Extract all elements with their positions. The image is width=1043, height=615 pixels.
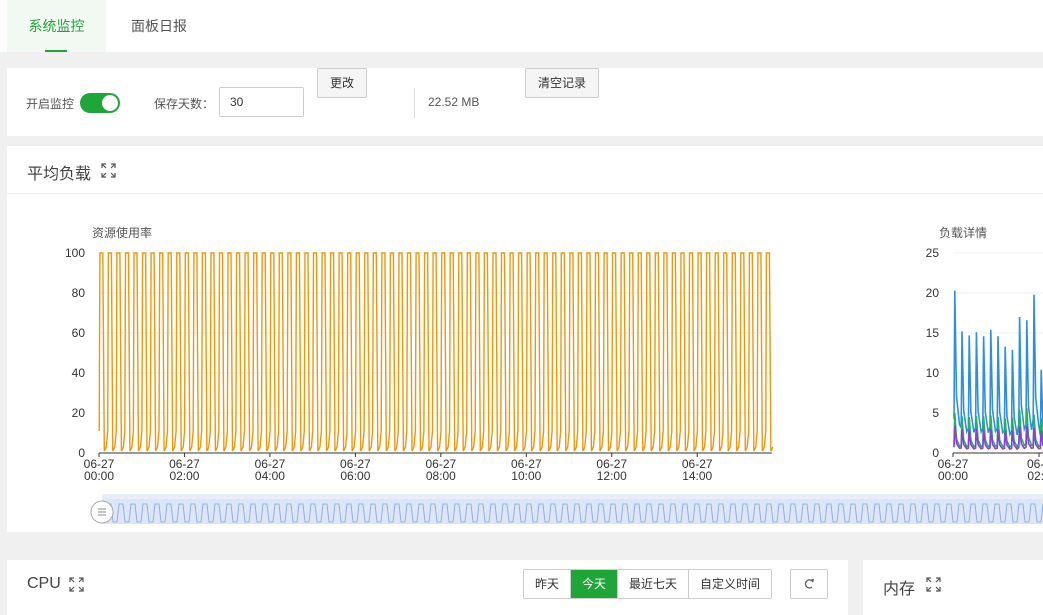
resource-usage-chart: 02040608010006-2700:0006-2702:0006-2704:… [65, 246, 774, 483]
retention-days-label: 保存天数： [154, 97, 215, 111]
y-tick-label: 5 [932, 406, 939, 420]
y-tick-label: 20 [926, 286, 940, 300]
y-tick-label: 100 [65, 246, 85, 260]
monitor-control-bar: 开启监控 保存天数： 30 更改 22.52 MB 清空记录 [7, 68, 1043, 136]
x-tick-label: 06:00 [340, 469, 370, 483]
monitor-toggle[interactable] [80, 93, 120, 113]
average-load-panel: 平均负载 资源使用率 负载详情 0 20 40 60 80 100 06-27 00:00 06… [7, 146, 1043, 532]
y-tick-label: 20 [72, 406, 86, 420]
fullscreen-icon[interactable] [926, 577, 941, 592]
x-tick-label: 02:0 [1027, 469, 1043, 483]
y-tick-label: 10 [926, 366, 940, 380]
refresh-icon [804, 578, 814, 589]
y-tick-label: 60 [72, 326, 86, 340]
range-custom-button[interactable]: 自定义时间 [689, 570, 772, 598]
x-tick-label: 00:00 [84, 469, 114, 483]
tab-system-monitor[interactable]: 系统监控 [7, 0, 106, 52]
divider [414, 88, 415, 118]
x-tick-label: 04:00 [255, 469, 285, 483]
zoom-top-band [102, 494, 1043, 499]
x-tick-label: 02:00 [169, 469, 199, 483]
range-last-7-days-button[interactable]: 最近七天 [618, 570, 690, 598]
y-tick-label: 25 [926, 246, 940, 260]
range-yesterday-button[interactable]: 昨天 [524, 570, 572, 598]
clear-records-button[interactable]: 清空记录 [525, 68, 599, 98]
load-detail-chart: 051015202506-2700:0006-202:0 [926, 246, 1043, 483]
x-tick-label: 10:00 [511, 469, 541, 483]
retention-days-input[interactable]: 30 [219, 87, 304, 117]
load-series-line [953, 290, 1043, 437]
panel-title: 内存 [883, 581, 916, 598]
y-tick-label: 40 [72, 366, 86, 380]
monitor-toggle-label: 开启监控 [26, 97, 75, 111]
data-zoom-slider[interactable] [85, 492, 1043, 532]
y-tick-label: 80 [72, 286, 86, 300]
toggle-knob [102, 95, 118, 111]
y-tick-label: 15 [926, 326, 940, 340]
range-today-button[interactable]: 今天 [571, 570, 619, 598]
storage-size: 22.52 MB [428, 95, 480, 109]
panel-title: CPU [27, 575, 61, 592]
panel-title: 平均负载 [27, 166, 92, 183]
x-tick-label: 08:00 [426, 469, 456, 483]
time-range-selector: 昨天 今天 最近七天 自定义时间 [523, 569, 773, 599]
zoom-track [102, 499, 1043, 524]
refresh-button[interactable] [790, 569, 828, 599]
tab-bar: 系统监控 面板日报 [0, 0, 1043, 52]
memory-panel: 内存 [863, 560, 1043, 615]
panel-divider [7, 193, 1043, 194]
fullscreen-icon[interactable] [101, 163, 116, 178]
change-retention-button[interactable]: 更改 [317, 68, 367, 98]
tab-panel-daily-report[interactable]: 面板日报 [114, 0, 204, 52]
usage-series-line [98, 252, 774, 452]
x-tick-label: 14:00 [682, 469, 712, 483]
x-tick-label: 12:00 [597, 469, 627, 483]
x-tick-label: 00:00 [938, 469, 968, 483]
fullscreen-icon[interactable] [69, 577, 84, 592]
cpu-panel: CPU 昨天 今天 最近七天 自定义时间 [7, 560, 848, 615]
